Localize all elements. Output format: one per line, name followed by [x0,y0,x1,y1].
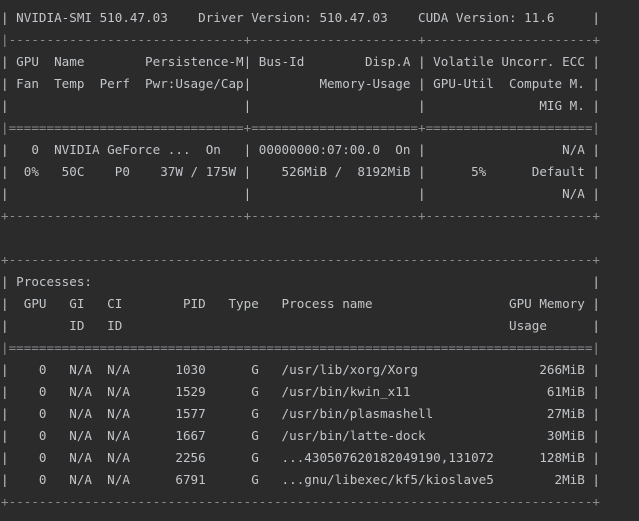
gpu-row-3: | | | N/A | [1,186,600,201]
table-border: +-------------------------------+-------… [1,208,600,223]
process-row: | 0 N/A N/A 1030 G /usr/lib/xorg/Xorg 26… [1,362,600,377]
gpu-column-header-1: | GPU Name Persistence-M| Bus-Id Disp.A … [1,54,600,69]
table-border: +---------------------------------------… [1,494,600,509]
terminal-output[interactable]: | NVIDIA-SMI 510.47.03 Driver Version: 5… [0,0,639,521]
table-border: +---------------------------------------… [1,252,600,267]
process-row: | 0 N/A N/A 1667 G /usr/bin/latte-dock 3… [1,428,600,443]
process-row: | 0 N/A N/A 6791 G ...gnu/libexec/kf5/ki… [1,472,600,487]
table-border: |-------------------------------+-------… [1,32,600,47]
gpu-row-2: | 0% 50C P0 37W / 175W | 526MiB / 8192Mi… [1,164,600,179]
processes-title: | Processes: | [1,274,600,289]
smi-header-line: | NVIDIA-SMI 510.47.03 Driver Version: 5… [1,10,600,25]
table-separator: |===============================+=======… [1,120,600,135]
gpu-column-header-3: | | | MIG M. | [1,98,600,113]
process-row: | 0 N/A N/A 1577 G /usr/bin/plasmashell … [1,406,600,421]
process-column-header-2: | ID ID Usage | [1,318,600,333]
gpu-row-1: | 0 NVIDIA GeForce ... On | 00000000:07:… [1,142,600,157]
table-separator: |=======================================… [1,340,600,355]
process-row: | 0 N/A N/A 2256 G ...430507620182049190… [1,450,600,465]
gpu-column-header-2: | Fan Temp Perf Pwr:Usage/Cap| Memory-Us… [1,76,600,91]
process-row: | 0 N/A N/A 1529 G /usr/bin/kwin_x11 61M… [1,384,600,399]
process-column-header-1: | GPU GI CI PID Type Process name GPU Me… [1,296,600,311]
